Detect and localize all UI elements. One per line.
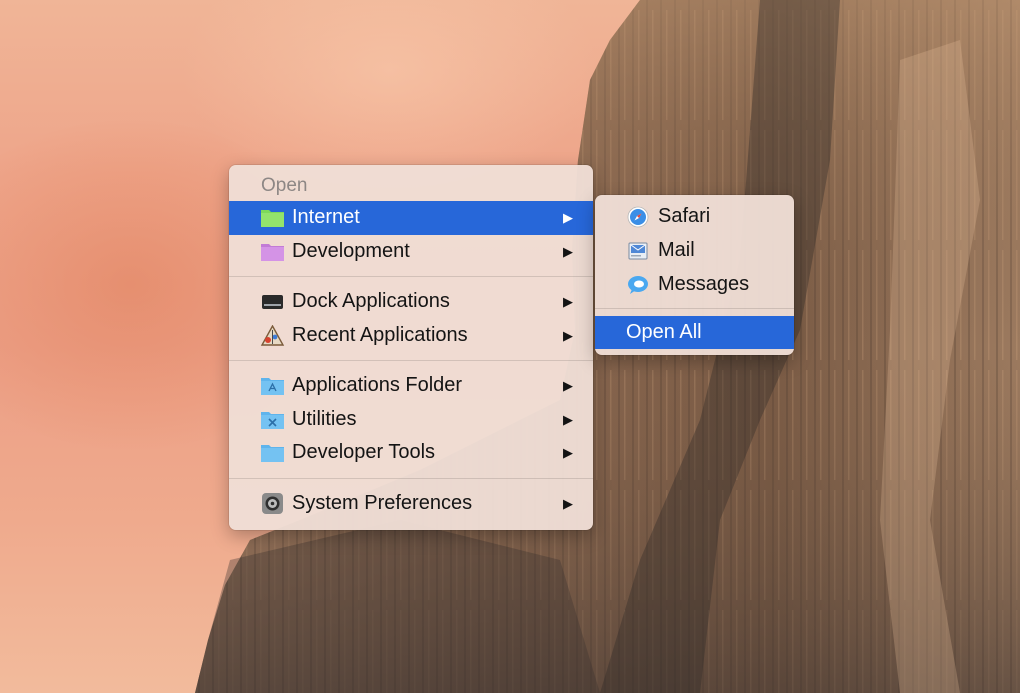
menu-separator (595, 308, 794, 309)
menu-item-developer-tools[interactable]: Developer Tools ▶ (229, 436, 593, 470)
utilities-folder-icon (261, 411, 284, 429)
menu-item-utilities[interactable]: Utilities ▶ (229, 403, 593, 437)
submenu-arrow-icon: ▶ (563, 294, 573, 309)
menu-item-label: Recent Applications (292, 323, 468, 346)
menu-item-label: Developer Tools (292, 441, 436, 463)
safari-icon (627, 206, 649, 228)
recent-apps-icon (260, 324, 285, 346)
menu-item-development[interactable]: Development ▶ (229, 235, 593, 269)
system-preferences-icon (262, 492, 283, 514)
submenu-item-label: Safari (658, 205, 711, 227)
menu-item-label: Applications Folder (292, 374, 463, 396)
menu-item-recent-applications[interactable]: Recent Applications ▶ (229, 319, 593, 353)
folder-purple-icon (261, 243, 284, 261)
menu-item-dock-applications[interactable]: Dock Applications ▶ (229, 285, 593, 319)
submenu-item-mail[interactable]: Mail (595, 233, 794, 267)
submenu-arrow-icon: ▶ (563, 243, 573, 259)
submenu-item-label: Messages (658, 273, 750, 295)
menu-separator (229, 477, 593, 479)
submenu-item-messages[interactable]: Messages (595, 267, 794, 301)
menu-item-internet[interactable]: Internet ▶ (229, 201, 593, 235)
messages-icon (628, 276, 648, 294)
mail-icon (628, 242, 648, 260)
submenu-arrow-icon: ▶ (563, 210, 573, 225)
submenu-arrow-icon: ▶ (563, 411, 573, 427)
menu-item-label: Utilities (292, 407, 357, 430)
menu-separator (229, 276, 593, 277)
menu-separator (229, 360, 593, 361)
menu-item-label: System Preferences (292, 491, 473, 514)
menu-item-applications-folder[interactable]: Applications Folder ▶ (229, 369, 593, 403)
menu-item-label: Internet (292, 206, 360, 228)
menu-item-system-preferences[interactable]: System Preferences ▶ (229, 487, 593, 521)
menu-item-label: Development (292, 239, 410, 262)
submenu-item-safari[interactable]: Safari (595, 199, 794, 233)
submenu-item-label: Mail (658, 239, 695, 261)
submenu-arrow-icon: ▶ (563, 495, 573, 511)
open-all-button[interactable]: Open All (595, 316, 794, 349)
applications-folder-icon (261, 378, 284, 395)
submenu-arrow-icon: ▶ (563, 327, 573, 343)
submenu-arrow-icon: ▶ (563, 445, 573, 460)
folder-blue-icon (261, 445, 284, 462)
dock-icon (262, 295, 283, 309)
menu-item-label: Dock Applications (292, 290, 450, 312)
open-context-menu: Open Internet ▶ Development ▶ Dock Appli… (229, 165, 593, 530)
submenu-arrow-icon: ▶ (563, 378, 573, 393)
menu-header: Open (261, 175, 308, 196)
folder-green-icon (261, 210, 284, 227)
internet-submenu: Safari Mail Messages Open All (595, 195, 794, 355)
